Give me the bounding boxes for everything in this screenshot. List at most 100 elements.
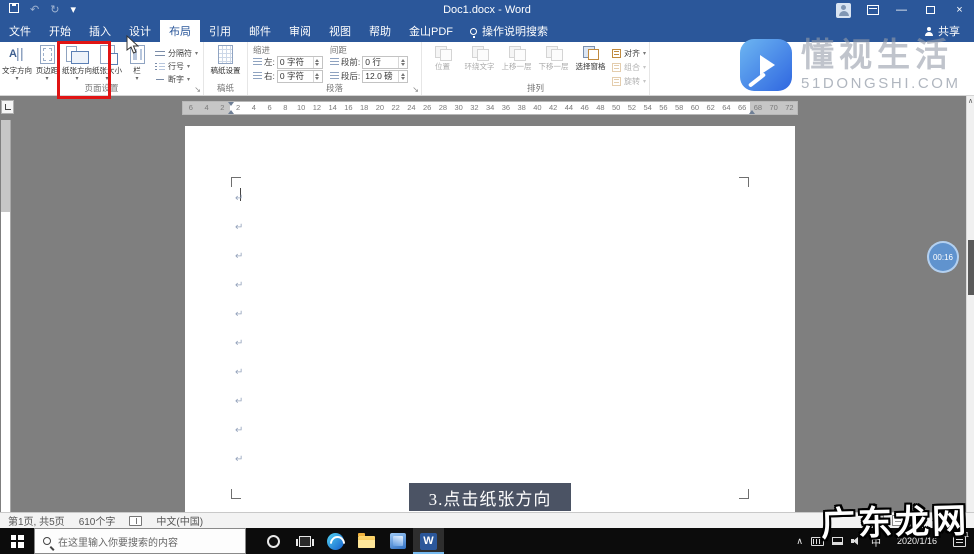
arrange-menu-button[interactable]: 组合 ▾ [612,62,646,72]
field-input[interactable]: 0 字符 [276,69,323,83]
tell-me-search[interactable]: 操作说明搜索 [470,20,548,42]
left-indent-marker[interactable] [228,110,234,114]
field-input[interactable]: 12.0 磅 [362,69,409,83]
save-button[interactable] [9,0,19,20]
arrange-button[interactable]: 下移一层 [535,43,572,83]
print-layout-button[interactable] [891,515,904,526]
read-mode-button[interactable] [871,515,884,526]
crop-mark-bottom-left [231,489,241,499]
restore-button[interactable] [916,0,945,20]
word-taskbar-button[interactable]: W [413,528,444,554]
ribbon-tabs: 文件 开始 插入 设计 布局 引用 邮件 审阅 视图 帮助 金山PDF [0,20,462,42]
window-controls: — × [829,0,974,20]
first-line-indent-marker[interactable] [228,102,234,106]
notification-center-icon[interactable]: 1 [953,532,969,547]
task-view-icon [295,535,314,547]
zoom-level[interactable]: 85% [946,515,966,526]
chevron-down-icon: ▾ [70,4,76,16]
ribbon-tab[interactable]: 引用 [200,20,240,42]
clock-date[interactable]: 2020/1/16 [889,536,945,549]
ribbon-tab[interactable]: 邮件 [240,20,280,42]
grid-paper-icon [218,45,233,64]
share-button[interactable]: 共享 [924,20,974,42]
document-page[interactable]: ↵ ↵ ↵ ↵ ↵ ↵ ↵ ↵ ↵ ↵ 3.点击纸张方向 [185,126,795,512]
cortana-taskbar-button[interactable] [258,528,289,554]
undo-button[interactable]: ↶ [30,0,39,20]
tab-selector[interactable] [1,100,14,114]
ribbon-tab[interactable]: 插入 [80,20,120,42]
arrange-button[interactable]: 环绕文字 [461,43,498,83]
right-indent-marker[interactable] [749,110,755,114]
ribbon-tab[interactable]: 布局 [160,20,200,42]
ribbon-tab[interactable]: 视图 [320,20,360,42]
chevron-down-icon: ▾ [187,76,191,83]
text-direction-button[interactable]: 文字方向▾ [2,43,32,83]
task-view-taskbar-button[interactable] [289,528,320,554]
spinner[interactable] [398,70,407,82]
paragraph-field: 右: 0 字符 [253,69,323,83]
word-count[interactable]: 610个字 [79,513,116,528]
chevron-up-icon[interactable]: ∧ [796,536,803,547]
spinner[interactable] [312,56,322,68]
arrange-button[interactable]: 位置 [424,43,461,83]
app-taskbar-button[interactable] [382,528,413,554]
zoom-in-button[interactable]: + [932,515,938,527]
web-layout-button[interactable] [911,515,924,526]
account-button[interactable] [829,0,858,20]
field-input[interactable]: 0 行 [362,55,409,69]
field-input[interactable]: 0 字符 [276,55,323,69]
app-icon [389,533,406,549]
ribbon-tab[interactable]: 开始 [40,20,80,42]
minimize-button[interactable]: — [887,0,916,20]
grid-setup-button[interactable]: 稿纸设置 [209,43,243,83]
ime-indicator[interactable]: 中 [871,534,881,549]
page-indicator[interactable]: 第1页, 共5页 [8,513,65,528]
close-button[interactable]: × [945,0,974,20]
breaks-button[interactable]: 分隔符 ▾ [155,48,198,58]
customize-qat-button[interactable]: ▾ [70,0,76,20]
arrange-menu-button[interactable]: 对齐 ▾ [612,48,646,58]
volume-icon[interactable] [851,536,863,546]
ribbon-tab[interactable]: 金山PDF [400,20,462,42]
collapse-ribbon-icon[interactable]: ∧ [967,97,974,106]
paragraph-dialog-launcher[interactable]: ↘ [412,85,419,94]
ribbon-tab[interactable]: 文件 [0,20,40,42]
ribbon-tab[interactable]: 帮助 [360,20,400,42]
ruler-number: 42 [548,103,558,112]
edge-taskbar-button[interactable] [320,528,351,554]
network-icon[interactable] [832,537,843,545]
step-caption: 3.点击纸张方向 [409,483,571,511]
proofing-icon[interactable] [129,515,143,526]
redo-button[interactable]: ↻ [50,0,59,20]
ribbon-tab[interactable]: 审阅 [280,20,320,42]
ruler-number: 4 [251,103,256,112]
paragraph-mark: ↵ [235,309,244,320]
vertical-scrollbar[interactable]: ∧ [966,96,974,512]
file-explorer-taskbar-button[interactable] [351,528,382,554]
chevron-down-icon: ▾ [45,76,49,82]
indent-icon [253,58,262,66]
taskbar-apps: W [258,528,444,554]
scrollbar-thumb[interactable] [968,240,974,295]
spacing-fields: 段前: 0 行段后: 12.0 磅 [329,55,409,83]
line-numbers-button[interactable]: 行号 ▾ [155,61,198,71]
ruler-number: 8 [283,103,288,112]
page-setup-small: 分隔符 ▾ 行号 ▾ 断字 ▾ [155,43,198,84]
arrange-button[interactable]: 选择窗格 [572,43,609,83]
keyboard-icon[interactable] [811,536,824,546]
start-button[interactable] [0,528,34,554]
spinner[interactable] [312,70,322,82]
ruler-number: 70 [765,102,782,114]
avatar [836,2,851,18]
language-indicator[interactable]: 中文(中国) [156,513,203,528]
page-setup-dialog-launcher[interactable]: ↘ [194,85,201,94]
search-input[interactable]: 在这里输入你要搜索的内容 [34,528,246,554]
horizontal-ruler[interactable]: 6 4 2 2 4 6 8 10 12 14 16 18 20 22 24 26 28 30 32 34 36 38 40 4… [182,101,798,115]
vertical-ruler[interactable] [1,120,11,512]
search-placeholder: 在这里输入你要搜索的内容 [58,537,178,549]
spinner[interactable] [398,56,407,68]
indent-icon [329,58,339,66]
ribbon-display-options-button[interactable] [858,0,887,20]
arrange-button[interactable]: 上移一层 [498,43,535,83]
field-value: 0 字符 [279,71,304,81]
